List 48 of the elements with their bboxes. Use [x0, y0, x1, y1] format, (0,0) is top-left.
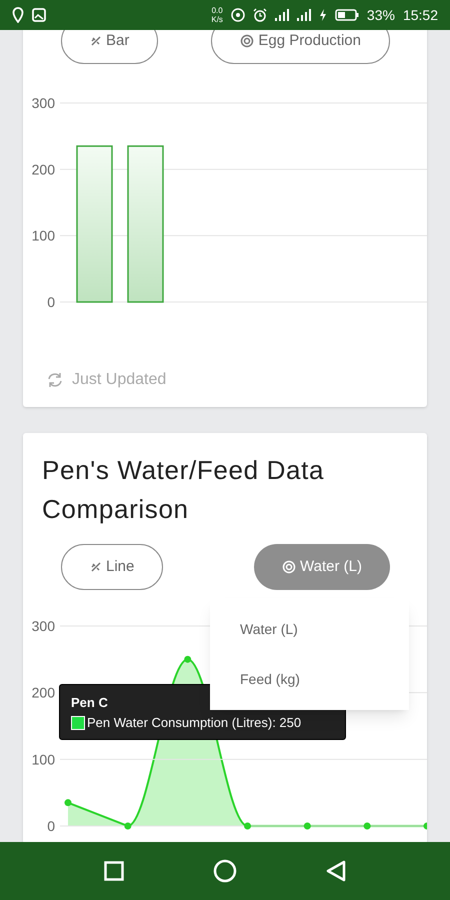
square-icon: [104, 861, 124, 881]
battery-icon: [334, 9, 359, 21]
chart-type-icon: [90, 561, 102, 573]
axis-label: 300: [32, 95, 55, 111]
signal-icon: [274, 9, 289, 21]
tooltip-title: Pen C: [71, 694, 109, 712]
battery-level: 33%: [366, 6, 395, 24]
axis-label: 0: [47, 818, 55, 834]
data-point: [64, 799, 72, 806]
data-point: [124, 822, 132, 830]
data-point: [424, 822, 427, 830]
axis-label: 200: [32, 684, 55, 701]
metric-dropdown-button[interactable]: Water (L): [254, 544, 390, 590]
location-pin-icon: [12, 7, 24, 23]
speed-unit: K/s: [211, 15, 223, 24]
charging-icon: [318, 9, 327, 21]
circle-icon: [212, 859, 237, 883]
chart-type-icon: [90, 35, 102, 47]
axis-label: 0: [47, 294, 55, 310]
update-status: Just Updated: [72, 370, 166, 390]
network-speed: 0.0: [212, 6, 223, 15]
home-button[interactable]: [212, 859, 237, 883]
refresh-icon: [46, 371, 64, 389]
back-button[interactable]: [326, 860, 346, 882]
axis-label: 100: [32, 228, 55, 244]
chart-type-button[interactable]: Line: [61, 544, 164, 590]
data-point: [244, 822, 251, 830]
data-point: [304, 822, 311, 830]
hotspot-icon: [230, 8, 245, 22]
image-icon: [32, 8, 46, 22]
settings-icon: [240, 34, 254, 48]
data-point: [184, 656, 192, 663]
axis-label: 300: [32, 618, 55, 634]
signal-icon: [296, 9, 311, 21]
tooltip-text: Pen Water Consumption (Litres): 250: [87, 714, 302, 732]
triangle-icon: [326, 860, 346, 882]
chart-type-button[interactable]: Bar: [61, 30, 158, 64]
alarm-icon: [252, 8, 267, 22]
data-point: [364, 822, 371, 830]
recents-button[interactable]: [104, 861, 124, 881]
axis-label: 100: [32, 751, 55, 768]
axis-label: 200: [32, 161, 55, 178]
menu-item[interactable]: Feed (kg): [210, 654, 409, 704]
clock: 15:52: [402, 6, 438, 24]
metric-dropdown-button[interactable]: Egg Production: [211, 30, 390, 64]
card-title: Pen's Water/Feed Data Comparison: [41, 454, 326, 526]
settings-icon: [282, 560, 296, 574]
menu-item[interactable]: Water (L): [210, 604, 409, 654]
